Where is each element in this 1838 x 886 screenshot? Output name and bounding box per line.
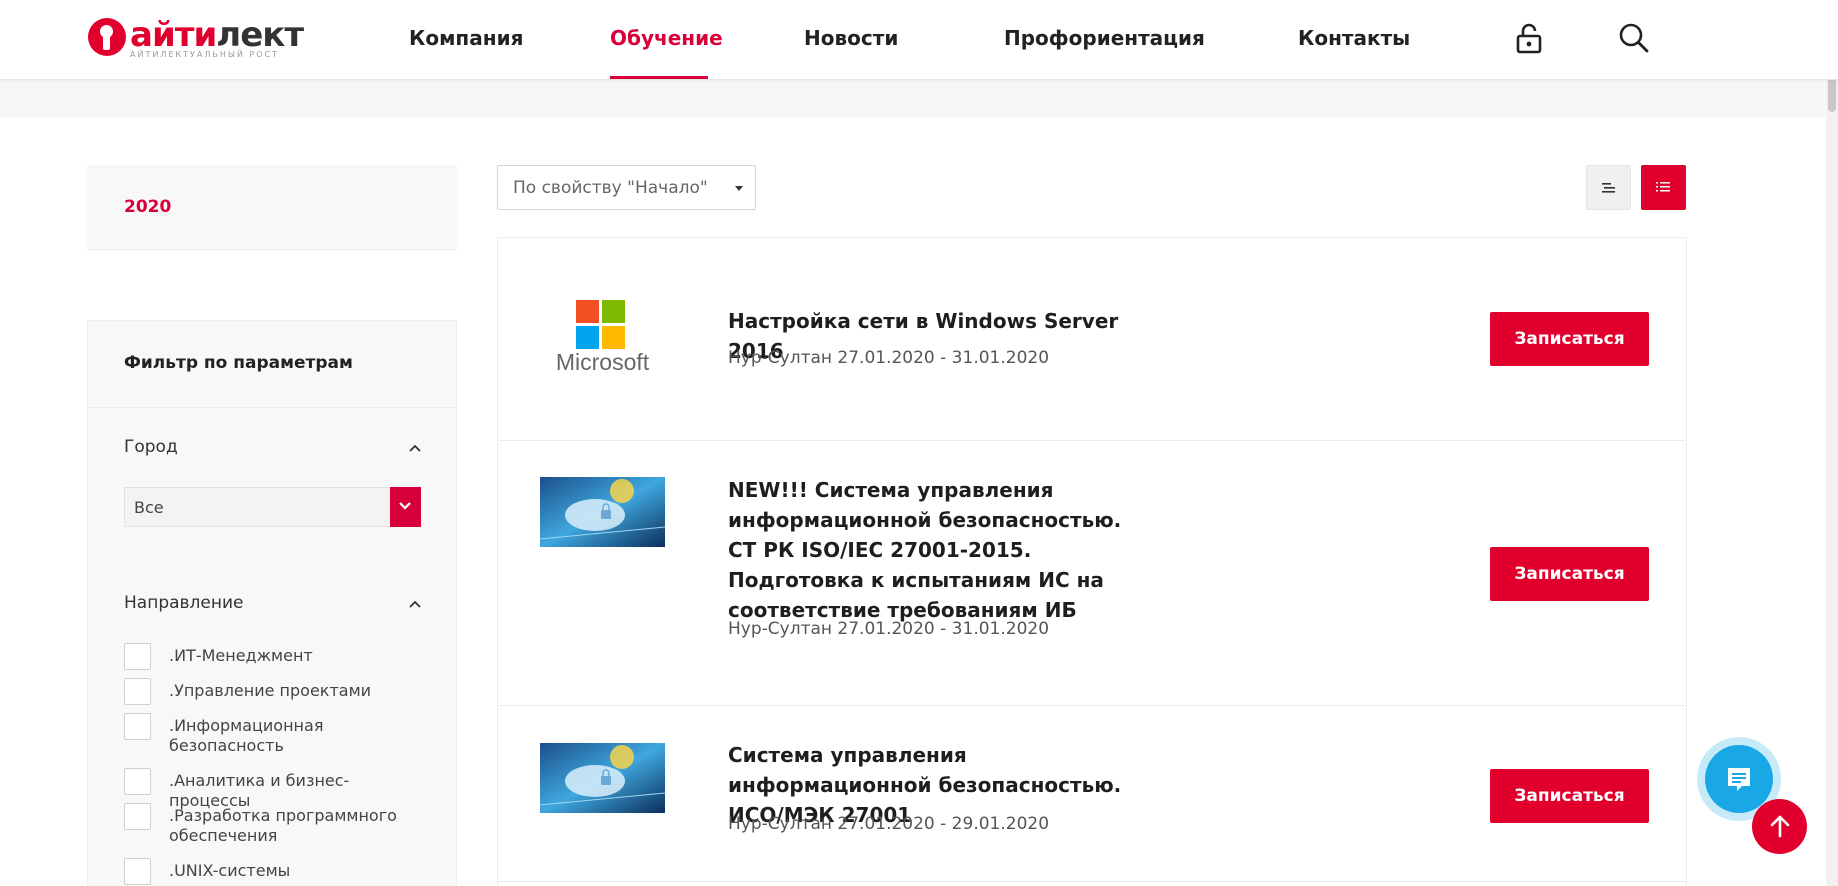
checkbox[interactable] — [124, 678, 151, 705]
checkbox[interactable] — [124, 858, 151, 885]
chat-icon — [1728, 768, 1750, 791]
course-row: Microsoft Настройка сети в Windows Serve… — [498, 238, 1686, 441]
sort-select-value: По свойству "Начало" — [513, 178, 708, 198]
compact-view-button[interactable] — [1586, 165, 1631, 210]
compact-list-icon — [1602, 183, 1615, 193]
course-title[interactable]: NEW!!! Система управления информационной… — [728, 475, 1148, 625]
nav-training[interactable]: Обучение — [610, 26, 723, 50]
list-view-button[interactable] — [1641, 165, 1686, 210]
logo-word-a: айти — [130, 15, 217, 55]
divider — [88, 407, 456, 408]
header-band — [0, 80, 1838, 117]
city-section-title[interactable]: Город — [124, 437, 178, 457]
enroll-button[interactable]: Записаться — [1490, 312, 1649, 366]
security-cloud-image-icon — [539, 743, 666, 813]
chevron-up-icon[interactable] — [408, 599, 422, 609]
scroll-to-top-button[interactable] — [1752, 799, 1807, 854]
course-row: Система управления информационной безопа… — [498, 706, 1686, 882]
checkbox-label: .Информационная безопасность — [169, 716, 324, 755]
logo-mark-icon — [88, 18, 126, 56]
course-thumbnail[interactable] — [539, 477, 666, 547]
list-icon — [1656, 182, 1670, 192]
checkbox-label: .UNIX-системы — [169, 861, 291, 880]
checkbox-label: .ИТ-Менеджмент — [169, 646, 313, 665]
site-logo[interactable]: айтилект айтилектуальный рост — [88, 15, 304, 60]
logo-word-b: лект — [216, 15, 304, 55]
arrow-up-icon — [1770, 815, 1790, 838]
nav-active-indicator — [610, 76, 708, 79]
site-header: айтилект айтилектуальный рост Компания О… — [0, 0, 1838, 80]
lock-icon[interactable] — [1513, 22, 1545, 54]
nav-company[interactable]: Компания — [409, 26, 523, 50]
nav-contacts[interactable]: Контакты — [1298, 26, 1410, 50]
checkbox[interactable] — [124, 713, 151, 740]
course-row: NEW!!! Система управления информационной… — [498, 441, 1686, 706]
thumbnail-label: Microsoft — [555, 349, 650, 375]
caret-down-icon — [735, 186, 743, 191]
course-thumbnail[interactable]: Microsoft — [540, 280, 665, 398]
course-meta: Нур-Султан 27.01.2020 - 29.01.2020 — [728, 814, 1050, 834]
nav-career-guidance[interactable]: Профориентация — [1004, 26, 1205, 50]
chevron-down-icon[interactable] — [390, 487, 421, 527]
enroll-button[interactable]: Записаться — [1490, 547, 1649, 601]
filter-title: Фильтр по параметрам — [124, 353, 353, 373]
search-icon[interactable] — [1618, 22, 1650, 54]
chevron-up-icon[interactable] — [408, 443, 422, 453]
nav-news[interactable]: Новости — [804, 26, 898, 50]
logo-tagline: айтилектуальный рост — [130, 50, 280, 59]
parameter-filter: Фильтр по параметрам Город Все Направлен… — [87, 320, 457, 886]
year-label[interactable]: 2020 — [124, 197, 171, 217]
course-meta: Нур-Султан 27.01.2020 - 31.01.2020 — [728, 348, 1050, 368]
checkbox[interactable] — [124, 803, 151, 830]
year-filter[interactable]: 2020 — [87, 165, 457, 250]
page-scrollbar[interactable] — [1826, 0, 1838, 886]
checkbox-label: .Аналитика и бизнес-процессы — [169, 771, 350, 810]
sort-select[interactable]: По свойству "Начало" — [497, 165, 756, 210]
checkbox-label: .Разработка программного обеспечения — [169, 806, 397, 845]
direction-section-title[interactable]: Направление — [124, 593, 244, 613]
city-select-value: Все — [134, 498, 164, 517]
checkbox-label: .Управление проектами — [169, 681, 372, 700]
microsoft-logo-icon — [576, 300, 625, 349]
city-select[interactable]: Все — [124, 487, 421, 527]
security-cloud-image-icon — [539, 477, 666, 547]
checkbox[interactable] — [124, 643, 151, 670]
course-thumbnail[interactable] — [539, 743, 666, 813]
enroll-button[interactable]: Записаться — [1490, 769, 1649, 823]
course-meta: Нур-Султан 27.01.2020 - 31.01.2020 — [728, 619, 1050, 639]
checkbox[interactable] — [124, 768, 151, 795]
course-list: Microsoft Настройка сети в Windows Serve… — [497, 237, 1687, 886]
